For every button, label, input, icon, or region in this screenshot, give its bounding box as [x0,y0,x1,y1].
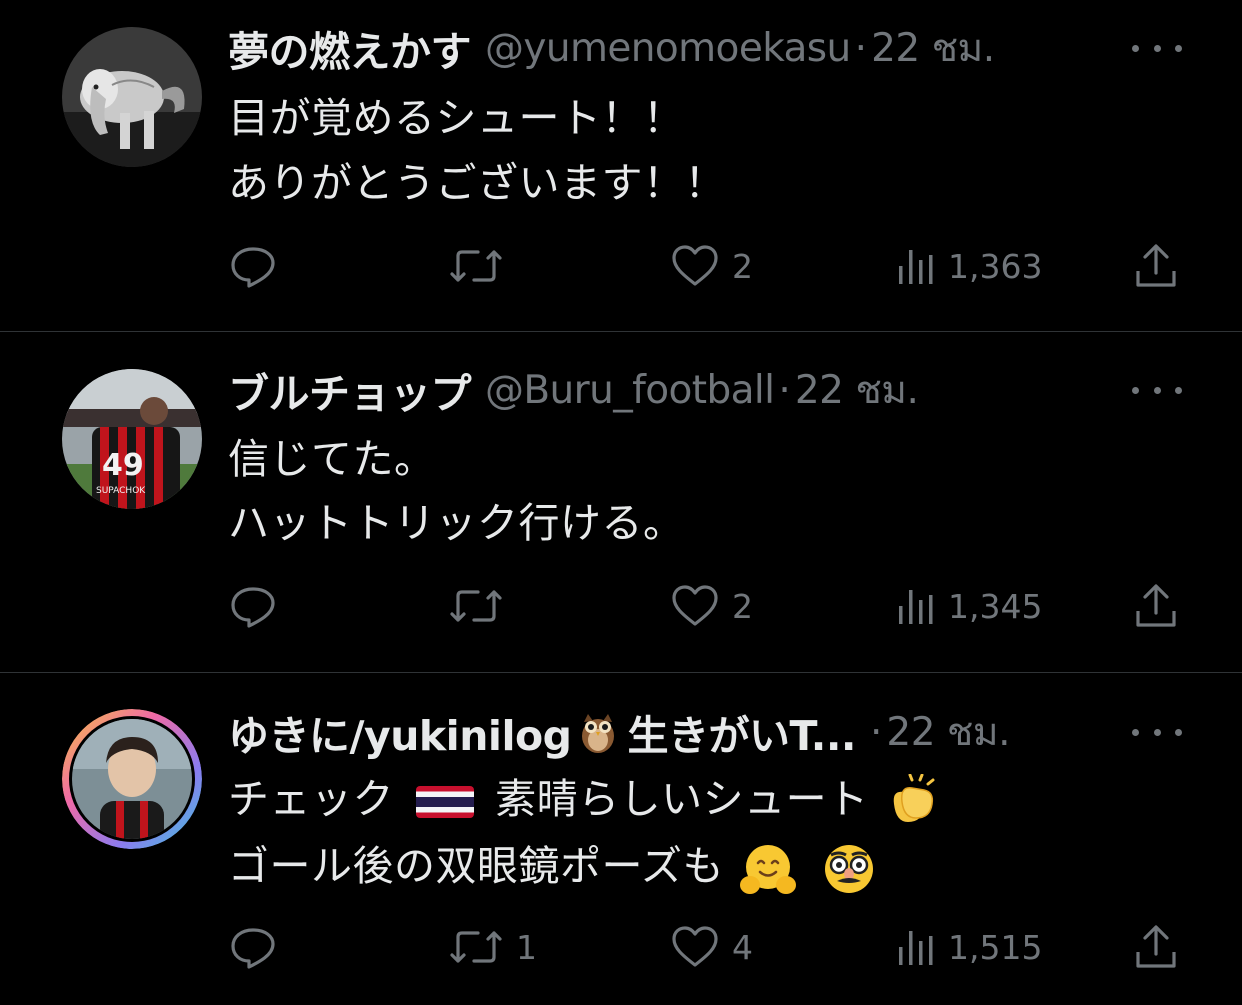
views-button[interactable]: 1,363 [896,241,1042,291]
tweet-actions: 1 4 1,515 [0,922,1242,972]
user-handle[interactable]: @Buru_football [485,368,775,413]
tweet-actions: 2 1,363 [0,241,1242,291]
football-jersey-49-avatar-icon: 49 SUPACHOK [62,369,202,509]
display-name[interactable]: ブルチョップ [228,362,472,418]
reply-button[interactable] [229,922,289,972]
tweet-card[interactable]: 夢の燃えかす @yumenomoekasu · 22 ชม. 目が覚めるシュート… [0,0,1242,331]
retweet-button[interactable]: 1 [448,922,537,972]
views-count: 1,363 [948,246,1043,286]
disguised-face-emoji-icon [825,845,874,893]
views-count: 1,345 [948,586,1043,626]
timestamp[interactable]: 22 ชม. [886,704,1010,760]
tweet-header: 夢の燃えかす @yumenomoekasu · 22 ชม. [228,20,1092,77]
tweet-text-segment: 素晴らしいシュート [495,775,869,823]
retweet-button[interactable] [448,241,516,291]
share-icon [1136,584,1176,627]
heart-icon [672,585,718,626]
retweet-button[interactable] [448,581,516,631]
views-button[interactable]: 1,345 [896,581,1042,631]
share-button[interactable] [1134,922,1178,972]
like-count: 2 [732,586,753,626]
clapping-hands-emoji-icon [893,774,935,822]
more-options-icon[interactable] [1132,33,1182,63]
timestamp[interactable]: 22 ชม. [795,362,919,418]
avatar[interactable]: 49 SUPACHOK [62,369,202,509]
reply-button[interactable] [229,241,289,291]
thailand-flag-emoji-icon [415,786,474,818]
like-button[interactable]: 2 [670,241,753,291]
svg-text:49: 49 [102,448,144,483]
reply-button[interactable] [229,581,289,631]
tweet-text-line: ハットトリック行ける。 [228,499,685,547]
retweet-icon [450,250,502,282]
views-chart-icon [899,250,933,284]
share-button[interactable] [1134,581,1178,631]
owl-emoji-icon [581,714,614,753]
heart-icon [672,926,718,967]
tweet-header: ブルチョップ @Buru_football · 22 ชม. [228,362,1092,419]
like-button[interactable]: 2 [670,581,753,631]
reply-icon [231,587,275,628]
share-button[interactable] [1134,241,1178,291]
tweet-text-line: ゴール後の双眼鏡ポーズも [228,841,879,897]
dog-drawing-avatar-icon [62,27,202,167]
more-options-icon[interactable] [1132,375,1182,405]
tweet-actions: 2 1,345 [0,581,1242,631]
display-name[interactable]: 夢の燃えかす [228,20,472,76]
avatar[interactable] [62,27,202,167]
views-chart-icon [899,590,933,624]
share-icon [1136,244,1176,287]
reply-icon [231,928,275,969]
separator-dot: · [870,709,883,755]
like-count: 2 [732,246,753,286]
tweet-text-line: 目が覚めるシュート！！ [228,94,685,142]
user-handle[interactable]: @yumenomoekasu [485,26,851,71]
retweet-icon [450,931,502,963]
more-options-icon[interactable] [1132,717,1182,747]
hugging-face-emoji-icon [739,845,796,894]
views-count: 1,515 [948,927,1043,967]
svg-text:SUPACHOK: SUPACHOK [96,486,146,496]
tweet-text-line: 信じてた。 [228,435,436,483]
tweet-header: ゆきに/yukinilog 生きがいT... · 22 ชม. [228,704,1092,761]
tweet-card[interactable]: 49 SUPACHOK ブルチョップ @Buru_football · 22 ช… [0,332,1242,672]
heart-icon [672,245,718,286]
like-count: 4 [732,927,753,967]
tweet-text-line: チェック 素晴らしいシュート [228,774,940,830]
tweet-card[interactable]: ゆきに/yukinilog 生きがいT... · 22 ชม. チェック 素晴ら… [0,673,1242,1005]
person-photo-avatar-icon [62,709,202,849]
avatar[interactable] [62,709,202,849]
like-button[interactable]: 4 [670,922,753,972]
display-name[interactable]: ゆきに/yukinilog [228,704,572,760]
retweet-icon [450,590,502,622]
share-icon [1136,925,1176,968]
views-chart-icon [899,931,933,965]
timestamp[interactable]: 22 ชม. [871,20,995,76]
retweet-count: 1 [516,927,537,967]
display-name-suffix[interactable]: 生きがいT... [628,704,857,760]
separator-dot: · [854,25,868,71]
reply-icon [231,247,275,288]
tweet-text-segment: チェック [228,775,394,823]
separator-dot: · [778,367,791,413]
views-button[interactable]: 1,515 [896,922,1042,972]
reply-feed: 夢の燃えかす @yumenomoekasu · 22 ชม. 目が覚めるシュート… [0,0,1242,1005]
tweet-text-segment: ゴール後の双眼鏡ポーズも [228,842,724,890]
tweet-text-line: ありがとうございます！！ [228,159,726,207]
